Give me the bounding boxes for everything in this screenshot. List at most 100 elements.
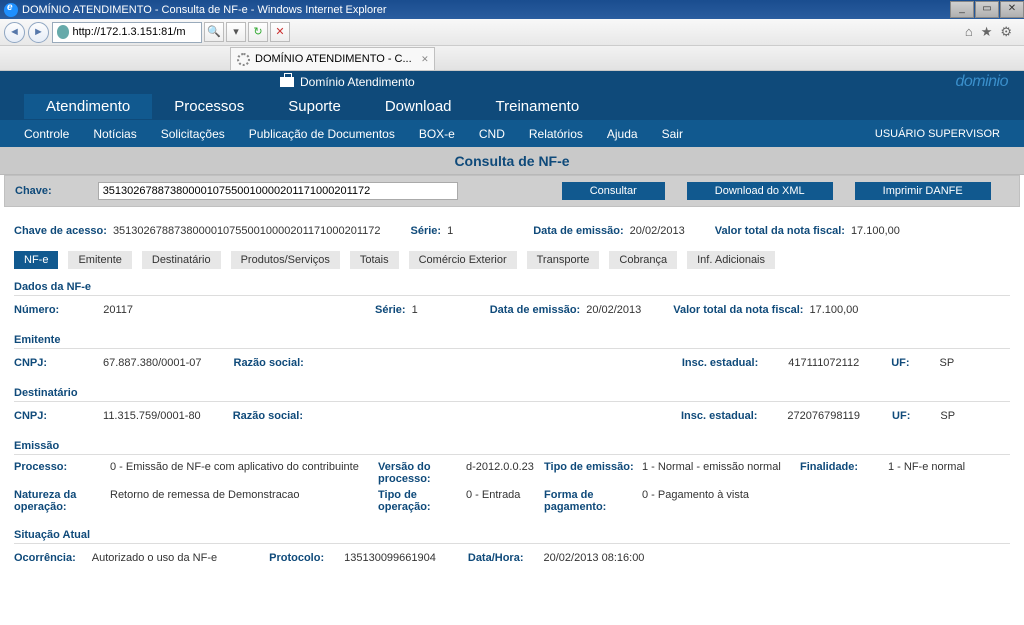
emit-cnpj-label: CNPJ: [14, 357, 47, 369]
stop-button[interactable]: ✕ [270, 22, 290, 42]
ocorrencia-label: Ocorrência: [14, 552, 76, 564]
chave-label: Chave: [15, 185, 52, 197]
consultar-button[interactable]: Consultar [562, 182, 665, 200]
subnav-solicitacoes[interactable]: Solicitações [161, 127, 225, 141]
nav-treinamento[interactable]: Treinamento [474, 98, 602, 115]
emit-insc-value: 417111072112 [788, 357, 859, 369]
home-icon[interactable]: ⌂ [965, 24, 973, 40]
nav-processos[interactable]: Processos [152, 98, 266, 115]
valor-total-label: Valor total da nota fiscal: [715, 225, 845, 237]
datahora-label: Data/Hora: [468, 552, 524, 564]
tipo-emissao-value: 1 - Normal - emissão normal [642, 461, 792, 485]
versao-label: Versão do processo: [378, 461, 458, 485]
subnav-boxe[interactable]: BOX-e [419, 127, 455, 141]
logo: dominio [955, 73, 1008, 91]
browser-tab[interactable]: DOMÍNIO ATENDIMENTO - C... [230, 47, 435, 70]
browser-toolbar: ◄ ► 🔍 ▾ ↻ ✕ ⌂ ★ ⚙ [0, 19, 1024, 46]
search-row: Chave: Consultar Download do XML Imprimi… [4, 175, 1020, 207]
subnav-sair[interactable]: Sair [662, 127, 683, 141]
chave-acesso-label: Chave de acesso: [14, 225, 107, 237]
dados-serie-value: 1 [412, 304, 418, 316]
dados-valor-value: 17.100,00 [809, 304, 858, 316]
maximize-button[interactable]: ▭ [975, 1, 999, 18]
tab-destinatario[interactable]: Destinatário [142, 251, 221, 269]
emissao-head: Emissão [14, 440, 1010, 455]
tab-cobranca[interactable]: Cobrança [609, 251, 677, 269]
nav-suporte[interactable]: Suporte [266, 98, 363, 115]
emit-insc-label: Insc. estadual: [682, 357, 758, 369]
finalidade-value: 1 - NF-e normal [888, 461, 1008, 485]
emit-cnpj-value: 67.887.380/0001-07 [103, 357, 201, 369]
natureza-label: Natureza da operação: [14, 489, 102, 513]
tab-totais[interactable]: Totais [350, 251, 399, 269]
emitente-head: Emitente [14, 334, 1010, 349]
tab-nfe[interactable]: NF-e [14, 251, 58, 269]
tab-inf-adicionais[interactable]: Inf. Adicionais [687, 251, 775, 269]
search-dropdown-icon[interactable]: 🔍 [204, 22, 224, 42]
subnav-publicacao[interactable]: Publicação de Documentos [249, 127, 395, 141]
protocolo-label: Protocolo: [269, 552, 324, 564]
panel-destinatario: Destinatário CNPJ:11.315.759/0001-80 Raz… [4, 381, 1020, 434]
tipo-operacao-label: Tipo de operação: [378, 489, 458, 513]
chave-acesso-value: 3513026788738000010755001000020117100020… [113, 225, 381, 237]
emit-uf-label: UF: [891, 357, 909, 369]
imprimir-danfe-button[interactable]: Imprimir DANFE [855, 182, 991, 200]
panel-emissao: Emissão Processo: 0 - Emissão de NF-e co… [4, 434, 1020, 523]
minimize-button[interactable]: _ [950, 1, 974, 18]
briefcase-icon [280, 77, 294, 87]
dest-uf-label: UF: [892, 410, 910, 422]
ie-icon [4, 3, 18, 17]
panel-dados: Dados da NF-e Número:20117 Série:1 Data … [4, 275, 1020, 328]
emit-uf-value: SP [940, 357, 955, 369]
subnav-relatorios[interactable]: Relatórios [529, 127, 583, 141]
dados-serie-label: Série: [375, 304, 406, 316]
subnav-controle[interactable]: Controle [24, 127, 69, 141]
dest-cnpj-value: 11.315.759/0001-80 [103, 410, 201, 422]
tab-emitente[interactable]: Emitente [68, 251, 131, 269]
refresh-button[interactable]: ↻ [248, 22, 268, 42]
page-title: Consulta de NF-e [0, 147, 1024, 175]
nav-download[interactable]: Download [363, 98, 474, 115]
download-xml-button[interactable]: Download do XML [687, 182, 833, 200]
summary-bar: Chave de acesso: 351302678873800001075500… [4, 207, 1020, 251]
datahora-value: 20/02/2013 08:16:00 [544, 552, 645, 564]
dados-head: Dados da NF-e [14, 281, 1010, 296]
tab-strip: DOMÍNIO ATENDIMENTO - C... [0, 46, 1024, 71]
subnav-cnd[interactable]: CND [479, 127, 505, 141]
nav-atendimento[interactable]: Atendimento [24, 94, 152, 119]
tab-transporte[interactable]: Transporte [527, 251, 600, 269]
serie-value: 1 [447, 225, 453, 237]
url-input[interactable] [72, 26, 197, 38]
favorites-icon[interactable]: ★ [981, 24, 993, 40]
situacao-head: Situação Atual [14, 529, 1010, 544]
tab-title: DOMÍNIO ATENDIMENTO - C... [255, 53, 412, 65]
processo-value: 0 - Emissão de NF-e com aplicativo do co… [110, 461, 370, 485]
processo-label: Processo: [14, 461, 102, 485]
protocolo-value: 135130099661904 [344, 552, 436, 564]
app-title: Domínio Atendimento [300, 75, 415, 89]
app-header: Domínio Atendimento dominio [0, 71, 1024, 93]
subnav-noticias[interactable]: Notícias [93, 127, 136, 141]
chave-input[interactable] [98, 182, 458, 200]
dest-insc-value: 272076798119 [787, 410, 860, 422]
dados-data-label: Data de emissão: [490, 304, 580, 316]
natureza-value: Retorno de remessa de Demonstracao [110, 489, 370, 513]
tools-icon[interactable]: ⚙ [1000, 24, 1012, 40]
address-bar[interactable] [52, 22, 202, 43]
tab-comercio-exterior[interactable]: Comércio Exterior [409, 251, 517, 269]
dropdown-icon[interactable]: ▾ [226, 22, 246, 42]
panel-emitente: Emitente CNPJ:67.887.380/0001-07 Razão s… [4, 328, 1020, 381]
forward-button[interactable]: ► [28, 22, 49, 43]
tab-produtos[interactable]: Produtos/Serviços [231, 251, 340, 269]
panel-situacao: Situação Atual Ocorrência: Autorizado o u… [4, 523, 1020, 576]
ocorrencia-value: Autorizado o uso da NF-e [92, 552, 217, 564]
globe-icon [57, 25, 69, 39]
valor-total-value: 17.100,00 [851, 225, 900, 237]
subnav-ajuda[interactable]: Ajuda [607, 127, 638, 141]
close-button[interactable]: ✕ [1000, 1, 1024, 18]
tipo-operacao-value: 0 - Entrada [466, 489, 536, 513]
back-button[interactable]: ◄ [4, 22, 25, 43]
numero-label: Número: [14, 304, 59, 316]
dest-uf-value: SP [940, 410, 955, 422]
sub-nav: Controle Notícias Solicitações Publicaçã… [0, 120, 1024, 147]
